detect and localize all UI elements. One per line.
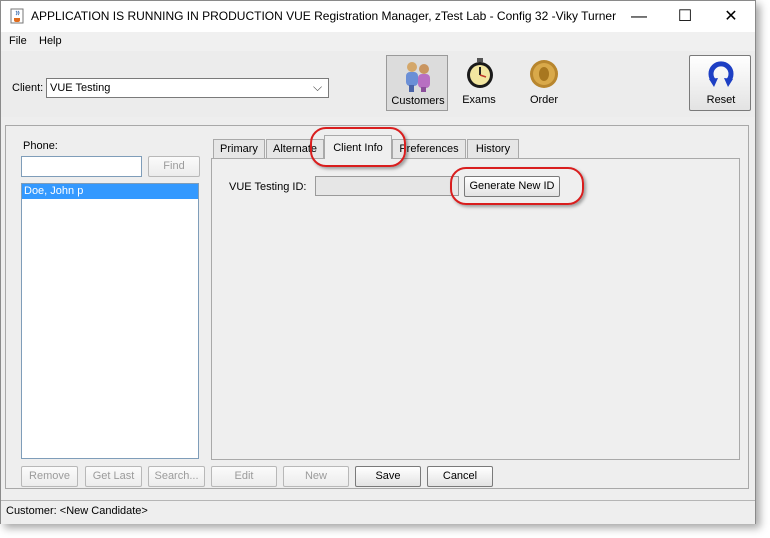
- menu-file[interactable]: File: [9, 35, 27, 47]
- menu-bar: File Help: [1, 32, 755, 51]
- customers-button[interactable]: Customers: [386, 55, 448, 111]
- generate-new-id-button[interactable]: Generate New ID: [464, 176, 560, 197]
- stopwatch-icon: [465, 58, 495, 90]
- new-button[interactable]: New: [283, 466, 349, 487]
- order-label: Order: [529, 94, 559, 106]
- status-text: Customer: <New Candidate>: [6, 505, 148, 517]
- title-bar: APPLICATION IS RUNNING IN PRODUCTION VUE…: [1, 1, 755, 32]
- save-button[interactable]: Save: [355, 466, 421, 487]
- edit-button[interactable]: Edit: [211, 466, 277, 487]
- phone-input[interactable]: [21, 156, 142, 177]
- status-bar: Customer: <New Candidate>: [1, 500, 755, 524]
- cancel-button[interactable]: Cancel: [427, 466, 493, 487]
- customers-label: Customers: [391, 95, 445, 107]
- tab-client-info[interactable]: Client Info: [324, 135, 392, 159]
- find-button[interactable]: Find: [148, 156, 200, 177]
- phone-label: Phone:: [23, 140, 58, 152]
- window-title: APPLICATION IS RUNNING IN PRODUCTION VUE…: [31, 9, 617, 23]
- app-window: APPLICATION IS RUNNING IN PRODUCTION VUE…: [0, 0, 756, 524]
- menu-help[interactable]: Help: [39, 35, 62, 47]
- vue-testing-id-label: VUE Testing ID:: [229, 181, 307, 193]
- tab-history[interactable]: History: [467, 139, 519, 159]
- coin-icon: [528, 58, 560, 90]
- client-info-panel: [211, 158, 740, 460]
- exams-label: Exams: [462, 94, 496, 106]
- get-last-button[interactable]: Get Last: [85, 466, 142, 487]
- tab-alternate[interactable]: Alternate: [266, 139, 324, 159]
- refresh-icon: [706, 59, 736, 89]
- remove-button[interactable]: Remove: [21, 466, 78, 487]
- vue-testing-id-field: [315, 176, 459, 196]
- java-cup-icon: [10, 8, 24, 24]
- reset-label: Reset: [706, 94, 736, 106]
- close-button[interactable]: ✕: [708, 1, 754, 32]
- chevron-down-icon[interactable]: ⌵: [313, 80, 322, 95]
- toolbar: Client: VUE Testing ⌵ Customers Exams Or…: [1, 51, 755, 117]
- client-select[interactable]: VUE Testing ⌵: [46, 78, 329, 98]
- list-item[interactable]: Doe, John p: [22, 184, 198, 199]
- client-select-value: VUE Testing: [50, 82, 111, 94]
- exams-button[interactable]: Exams: [453, 55, 505, 111]
- maximize-button[interactable]: ☐: [662, 1, 708, 32]
- order-button[interactable]: Order: [517, 55, 571, 111]
- client-label: Client:: [12, 82, 44, 94]
- tab-preferences[interactable]: Preferences: [392, 139, 466, 159]
- results-list[interactable]: Doe, John p: [21, 183, 199, 459]
- minimize-button[interactable]: —: [616, 1, 662, 32]
- people-icon: [401, 59, 435, 93]
- tab-primary[interactable]: Primary: [213, 139, 265, 159]
- search-button[interactable]: Search...: [148, 466, 205, 487]
- reset-button[interactable]: Reset: [689, 55, 751, 111]
